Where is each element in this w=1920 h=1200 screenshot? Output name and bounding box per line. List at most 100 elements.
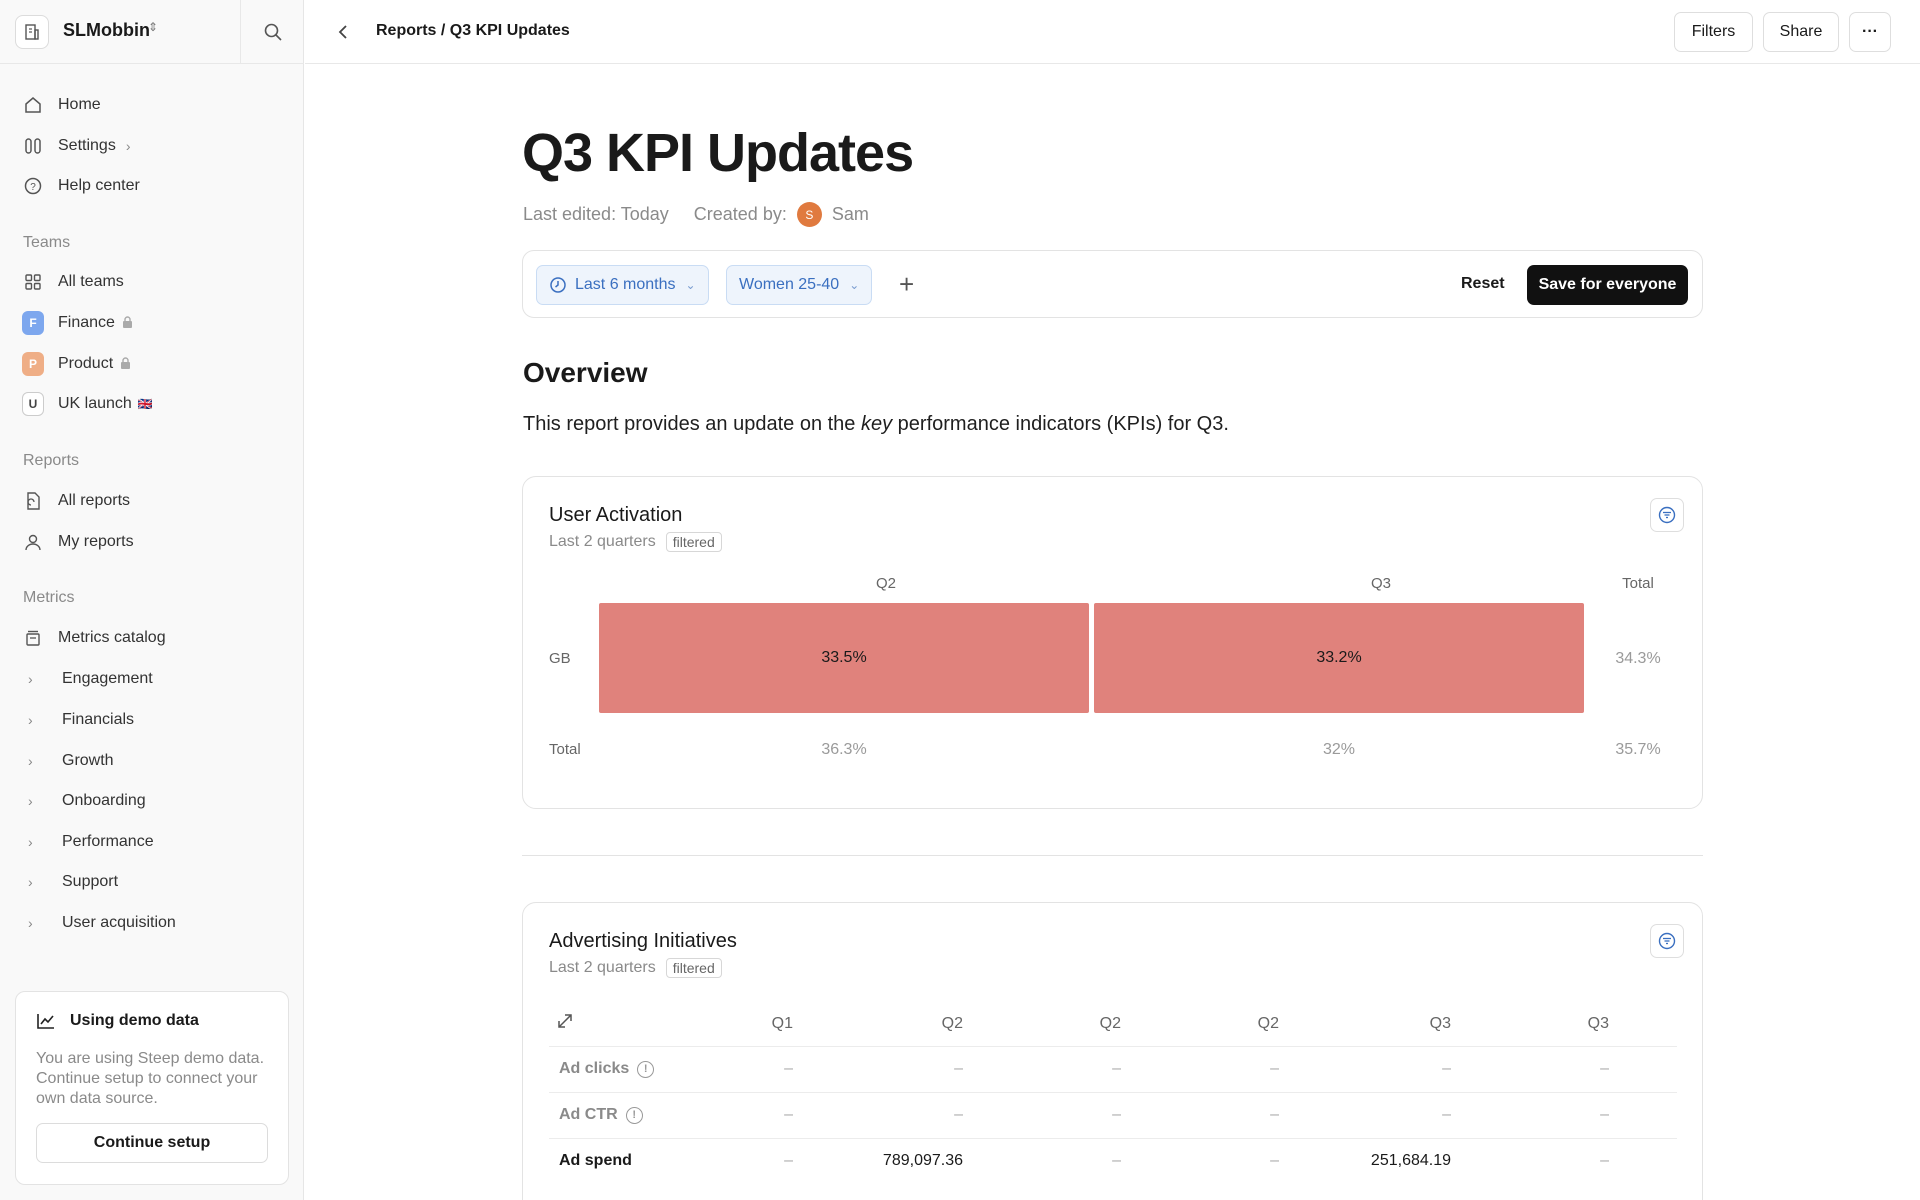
table-cell: – bbox=[784, 1060, 793, 1077]
workspace-logo-icon[interactable] bbox=[15, 15, 49, 49]
sidebar-item-support[interactable]: › Support bbox=[28, 867, 118, 897]
breadcrumb[interactable]: Reports / Q3 KPI Updates bbox=[376, 22, 570, 40]
overview-text: This report provides an update on the ke… bbox=[523, 413, 1229, 435]
column-header: Q2 bbox=[875, 575, 896, 592]
created-by-label: Created by: bbox=[693, 204, 787, 224]
workspace-name[interactable]: SLMobbin bbox=[63, 20, 150, 41]
heatmap-cell[interactable]: 33.5% bbox=[599, 603, 1089, 713]
table-cell: – bbox=[784, 1152, 793, 1169]
row-label: Total bbox=[549, 741, 581, 758]
chevron-right-icon: › bbox=[28, 671, 33, 687]
sidebar-item-label: My reports bbox=[58, 533, 134, 550]
sidebar-item-label: Help center bbox=[58, 177, 140, 194]
date-range-filter[interactable]: Last 6 months ⌄ bbox=[536, 265, 709, 305]
clock-icon bbox=[550, 277, 566, 293]
sidebar-item-help-center[interactable]: ? Help center bbox=[22, 171, 140, 201]
uk-flag-icon: 🇬🇧 bbox=[137, 397, 153, 411]
table-cell: 251,684.19 bbox=[1370, 1152, 1451, 1169]
more-options-button[interactable]: ··· bbox=[1849, 12, 1891, 52]
chevron-right-icon: › bbox=[125, 138, 131, 154]
filters-button[interactable]: Filters bbox=[1674, 12, 1753, 52]
sidebar-item-home[interactable]: Home bbox=[22, 90, 101, 120]
date-range-label: Last 6 months bbox=[575, 276, 676, 293]
sidebar-item-performance[interactable]: › Performance bbox=[28, 827, 154, 857]
sidebar-item-label: Support bbox=[62, 873, 119, 890]
metrics-section-label: Metrics bbox=[23, 589, 75, 606]
total-value: 36.3% bbox=[821, 741, 867, 758]
back-button[interactable] bbox=[331, 20, 355, 44]
info-icon[interactable]: ! bbox=[637, 1060, 655, 1078]
lock-icon bbox=[120, 356, 131, 372]
info-icon[interactable]: ! bbox=[625, 1106, 643, 1124]
sidebar-item-label: Onboarding bbox=[62, 792, 146, 809]
sidebar-item-onboarding[interactable]: › Onboarding bbox=[28, 786, 146, 816]
sidebar-item-all-reports[interactable]: All reports bbox=[22, 486, 130, 516]
table-cell: – bbox=[1442, 1106, 1451, 1123]
sidebar-item-financials[interactable]: › Financials bbox=[28, 705, 134, 735]
sidebar-item-growth[interactable]: › Growth bbox=[28, 746, 114, 776]
sidebar-item-label: Finance bbox=[58, 314, 115, 331]
chevron-right-icon: › bbox=[28, 753, 33, 769]
demo-title: Using demo data bbox=[70, 1012, 199, 1029]
chevron-down-icon: ⌄ bbox=[849, 278, 860, 292]
chevron-updown-icon[interactable]: ⇕ bbox=[148, 20, 158, 34]
save-for-everyone-button[interactable]: Save for everyone bbox=[1527, 265, 1688, 305]
sidebar-item-metrics-catalog[interactable]: Metrics catalog bbox=[22, 623, 166, 653]
column-header: Q2 bbox=[1257, 1015, 1279, 1032]
sidebar-item-product[interactable]: P Product bbox=[22, 349, 131, 379]
column-header: Q2 bbox=[1099, 1015, 1121, 1032]
segment-filter[interactable]: Women 25-40 ⌄ bbox=[726, 265, 873, 305]
share-button[interactable]: Share bbox=[1763, 12, 1839, 52]
home-icon bbox=[22, 94, 44, 116]
add-filter-icon[interactable]: + bbox=[899, 269, 914, 300]
sidebar-item-finance[interactable]: F Finance bbox=[22, 308, 133, 338]
chevron-right-icon: › bbox=[28, 915, 33, 931]
sidebar-item-label: Home bbox=[58, 96, 101, 113]
card-title: Advertising Initiatives bbox=[549, 930, 737, 952]
table-cell: – bbox=[1600, 1106, 1609, 1123]
table-cell: – bbox=[1600, 1060, 1609, 1077]
continue-setup-button[interactable]: Continue setup bbox=[36, 1123, 268, 1163]
svg-text:?: ? bbox=[30, 182, 36, 193]
sidebar-item-all-teams[interactable]: All teams bbox=[22, 267, 124, 297]
reset-button[interactable]: Reset bbox=[1461, 275, 1505, 293]
swap-axes-icon[interactable] bbox=[555, 1011, 575, 1036]
card-filter-button[interactable] bbox=[1650, 924, 1684, 958]
chevron-right-icon: › bbox=[28, 834, 33, 850]
filtered-tag: filtered bbox=[665, 958, 722, 978]
sidebar-item-label: Metrics catalog bbox=[58, 629, 166, 646]
sidebar-item-label: Engagement bbox=[62, 670, 153, 687]
grid-icon bbox=[22, 271, 44, 293]
card-filter-button[interactable] bbox=[1650, 498, 1684, 532]
advertising-initiatives-card: Advertising Initiatives Last 2 quarters … bbox=[522, 902, 1703, 1200]
filter-bar: Last 6 months ⌄ Women 25-40 ⌄ + Reset Sa… bbox=[522, 250, 1703, 318]
sidebar-item-label: Settings bbox=[58, 137, 116, 154]
sidebar-item-user-acquisition[interactable]: › User acquisition bbox=[28, 908, 176, 938]
sidebar: SLMobbin ⇕ Home Settings › ? Help center… bbox=[0, 0, 304, 1200]
sidebar-item-label: User acquisition bbox=[62, 914, 176, 931]
row-label: Ad spend bbox=[559, 1152, 632, 1169]
sidebar-item-uk-launch[interactable]: U UK launch 🇬🇧 bbox=[22, 389, 153, 419]
table-cell: – bbox=[1112, 1060, 1121, 1077]
row-label: Ad CTR bbox=[559, 1106, 618, 1123]
table-cell: – bbox=[954, 1060, 963, 1077]
sidebar-item-engagement[interactable]: › Engagement bbox=[28, 664, 153, 694]
section-divider bbox=[522, 855, 1703, 856]
table-cell: – bbox=[784, 1106, 793, 1123]
table-row: Ad clicks! – – – – – – bbox=[549, 1046, 1677, 1092]
search-button[interactable] bbox=[240, 0, 304, 64]
table-cell: – bbox=[954, 1106, 963, 1123]
column-header: Q3 bbox=[1587, 1015, 1609, 1032]
settings-icon bbox=[22, 135, 44, 157]
team-badge: U bbox=[22, 392, 44, 416]
total-value: 35.7% bbox=[1615, 741, 1661, 758]
row-label: GB bbox=[549, 650, 571, 667]
avatar: S bbox=[796, 202, 822, 227]
workspace-header: SLMobbin ⇕ bbox=[0, 0, 304, 64]
user-activation-card: User Activation Last 2 quarters filtered… bbox=[522, 476, 1703, 809]
sidebar-item-settings[interactable]: Settings › bbox=[22, 131, 130, 161]
demo-data-card: Using demo data You are using Steep demo… bbox=[15, 991, 289, 1185]
sidebar-item-label: All teams bbox=[58, 273, 124, 290]
heatmap-cell[interactable]: 33.2% bbox=[1094, 603, 1584, 713]
sidebar-item-my-reports[interactable]: My reports bbox=[22, 527, 134, 557]
